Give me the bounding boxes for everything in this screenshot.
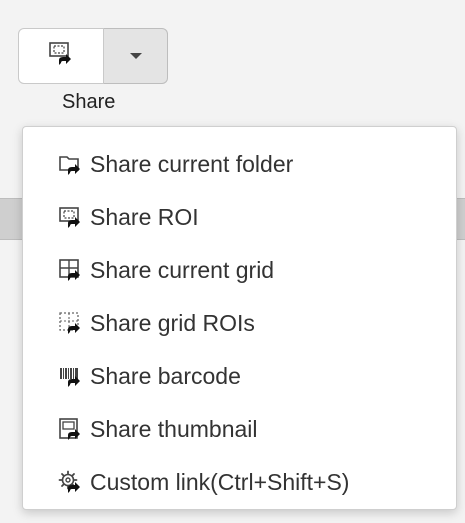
menu-item-label: Share thumbnail — [90, 415, 258, 442]
custom-link-icon — [58, 470, 82, 494]
share-button-label: Share — [62, 91, 116, 113]
menu-item-label: Custom link(Ctrl+Shift+S) — [90, 468, 350, 495]
menu-item-share-thumbnail[interactable]: Share thumbnail — [58, 410, 258, 448]
menu-item-label: Share current grid — [90, 256, 275, 283]
folder-share-icon — [58, 152, 82, 176]
share-roi-icon — [48, 41, 74, 72]
menu-item-label: Share barcode — [90, 362, 241, 389]
share-dropdown-button[interactable] — [104, 28, 168, 84]
share-button-group — [18, 28, 168, 86]
menu-item-custom-link[interactable]: Custom link(Ctrl+Shift+S) — [58, 463, 349, 501]
roi-share-icon — [58, 205, 82, 229]
share-button[interactable] — [18, 28, 104, 84]
menu-item-label: Share grid ROIs — [90, 309, 255, 336]
menu-item-share-current-folder[interactable]: Share current folder — [58, 145, 293, 183]
share-dropdown-menu: Share current folder Share ROI Share cur… — [22, 126, 457, 510]
caret-down-icon — [129, 53, 142, 59]
menu-item-label: Share current folder — [90, 150, 294, 177]
menu-item-label: Share ROI — [90, 203, 199, 230]
menu-item-share-grid-rois[interactable]: Share grid ROIs — [58, 304, 255, 342]
thumbnail-share-icon — [58, 417, 82, 441]
barcode-share-icon — [58, 364, 82, 388]
menu-item-share-barcode[interactable]: Share barcode — [58, 357, 241, 395]
grid-share-icon — [58, 258, 82, 282]
menu-item-share-current-grid[interactable]: Share current grid — [58, 251, 274, 289]
grid-rois-share-icon — [58, 311, 82, 335]
menu-item-share-roi[interactable]: Share ROI — [58, 198, 199, 236]
